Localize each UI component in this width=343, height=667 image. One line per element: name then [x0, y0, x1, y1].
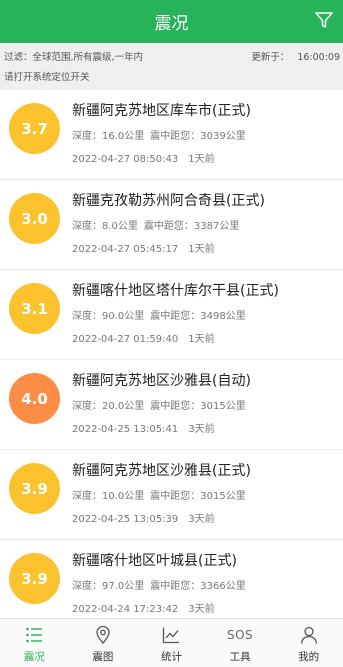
quake-details: 深度：8.0公里 震中距您：3387公里 — [72, 217, 239, 232]
quake-depth: 深度：97.0公里 — [72, 581, 145, 592]
magnitude-badge: 3.1 — [9, 283, 60, 334]
quake-time: 2022-04-24 17:23:42 3天前 — [72, 600, 215, 615]
quake-list-item[interactable]: 4.0 新疆阿克苏地区沙雅县(自动) 深度：20.0公里 震中距您：3015公里 … — [0, 360, 343, 450]
quake-details: 深度：16.0公里 震中距您：3039公里 — [72, 127, 246, 142]
quake-ago: 1天前 — [188, 334, 215, 345]
quake-depth: 深度：8.0公里 — [72, 221, 138, 232]
quake-depth: 深度：10.0公里 — [72, 491, 145, 502]
quake-ago: 1天前 — [188, 244, 215, 255]
quake-datetime: 2022-04-25 13:05:39 — [72, 514, 179, 525]
tab-label: 统计 — [160, 651, 182, 663]
quake-distance: 震中距您：3039公里 — [150, 131, 246, 142]
filter-button[interactable] — [311, 7, 337, 33]
quake-ago: 3天前 — [188, 604, 215, 615]
tab-label: 震况 — [23, 651, 45, 663]
quake-list-item[interactable]: 3.9 新疆喀什地区叶城县(正式) 深度：97.0公里 震中距您：3366公里 2… — [0, 540, 343, 618]
page-title: 震况 — [154, 14, 189, 34]
filter-icon — [315, 12, 333, 28]
tab-map[interactable]: 震图 — [69, 619, 138, 667]
app-header: 震况 — [0, 0, 343, 43]
tab-label: 工具 — [229, 651, 251, 663]
quake-time: 2022-04-25 13:05:41 3天前 — [72, 420, 215, 435]
info-bar: 过滤：全球范围,所有震级,一年内 更新于： 16:00:09 请打开系统定位开关 — [0, 43, 343, 90]
quake-list[interactable]: 3.7 新疆阿克苏地区库车市(正式) 深度：16.0公里 震中距您：3039公里 … — [0, 90, 343, 618]
quake-ago: 1天前 — [188, 154, 215, 165]
sos-icon-text: SOS — [226, 628, 254, 642]
quake-depth: 深度：16.0公里 — [72, 131, 145, 142]
quake-depth: 深度：20.0公里 — [72, 401, 145, 412]
update-status: 更新于： 16:00:09 — [251, 49, 340, 63]
quake-list-item[interactable]: 3.9 新疆阿克苏地区沙雅县(正式) 深度：10.0公里 震中距您：3015公里 … — [0, 450, 343, 540]
quake-datetime: 2022-04-27 05:45:17 — [72, 244, 179, 255]
tab-profile[interactable]: 我的 — [274, 619, 343, 667]
quake-details: 深度：20.0公里 震中距您：3015公里 — [72, 397, 246, 412]
location-tip[interactable]: 请打开系统定位开关 — [4, 69, 90, 83]
quake-datetime: 2022-04-27 01:59:40 — [72, 334, 179, 345]
quake-datetime: 2022-04-24 17:23:42 — [72, 604, 179, 615]
line-chart-icon — [160, 624, 182, 646]
quake-location: 新疆喀什地区叶城县(正式) — [72, 553, 237, 569]
quake-time: 2022-04-25 13:05:39 3天前 — [72, 510, 215, 525]
sos-icon: SOS — [226, 624, 254, 646]
bottom-tab-bar: 震况 震图 统计 SOS 工具 我的 — [0, 618, 343, 667]
quake-distance: 震中距您：3366公里 — [150, 581, 246, 592]
quake-location: 新疆阿克苏地区库车市(正式) — [72, 103, 251, 119]
quake-details: 深度：97.0公里 震中距您：3366公里 — [72, 577, 246, 592]
magnitude-badge: 3.9 — [9, 553, 60, 604]
tab-label: 我的 — [298, 651, 320, 663]
magnitude-badge: 3.7 — [9, 103, 60, 154]
map-pin-icon — [92, 624, 114, 646]
quake-datetime: 2022-04-27 08:50:43 — [72, 154, 179, 165]
quake-distance: 震中距您：3387公里 — [143, 221, 240, 232]
filter-summary[interactable]: 过滤：全球范围,所有震级,一年内 — [4, 49, 143, 63]
quake-details: 深度：90.0公里 震中距您：3498公里 — [72, 307, 246, 322]
quake-distance: 震中距您：3015公里 — [150, 491, 246, 502]
quake-ago: 3天前 — [188, 424, 215, 435]
tab-tools[interactable]: SOS 工具 — [206, 619, 275, 667]
quake-list-item[interactable]: 3.1 新疆喀什地区塔什库尔干县(正式) 深度：90.0公里 震中距您：3498公… — [0, 270, 343, 360]
quake-time: 2022-04-27 05:45:17 1天前 — [72, 240, 215, 255]
update-label: 更新于： — [251, 52, 290, 63]
quake-list-item[interactable]: 3.0 新疆克孜勒苏州阿合奇县(正式) 深度：8.0公里 震中距您：3387公里 … — [0, 180, 343, 270]
magnitude-badge: 3.0 — [9, 193, 60, 244]
quake-time: 2022-04-27 08:50:43 1天前 — [72, 150, 215, 165]
update-time: 16:00:09 — [297, 52, 340, 63]
quake-details: 深度：10.0公里 震中距您：3015公里 — [72, 487, 246, 502]
quake-location: 新疆克孜勒苏州阿合奇县(正式) — [72, 193, 265, 209]
magnitude-badge: 4.0 — [9, 373, 60, 424]
tab-stats[interactable]: 统计 — [137, 619, 206, 667]
quake-datetime: 2022-04-25 13:05:41 — [72, 424, 179, 435]
quake-depth: 深度：90.0公里 — [72, 311, 145, 322]
list-icon — [23, 624, 45, 646]
quake-location: 新疆阿克苏地区沙雅县(正式) — [72, 463, 251, 479]
quake-distance: 震中距您：3498公里 — [150, 311, 246, 322]
tab-label: 震图 — [92, 651, 114, 663]
quake-location: 新疆喀什地区塔什库尔干县(正式) — [72, 283, 279, 299]
quake-time: 2022-04-27 01:59:40 1天前 — [72, 330, 215, 345]
quake-distance: 震中距您：3015公里 — [150, 401, 246, 412]
quake-ago: 3天前 — [188, 514, 215, 525]
user-icon — [298, 624, 320, 646]
quake-location: 新疆阿克苏地区沙雅县(自动) — [72, 373, 251, 389]
magnitude-badge: 3.9 — [9, 463, 60, 514]
quake-list-item[interactable]: 3.7 新疆阿克苏地区库车市(正式) 深度：16.0公里 震中距您：3039公里 … — [0, 90, 343, 180]
tab-quakes[interactable]: 震况 — [0, 619, 69, 667]
